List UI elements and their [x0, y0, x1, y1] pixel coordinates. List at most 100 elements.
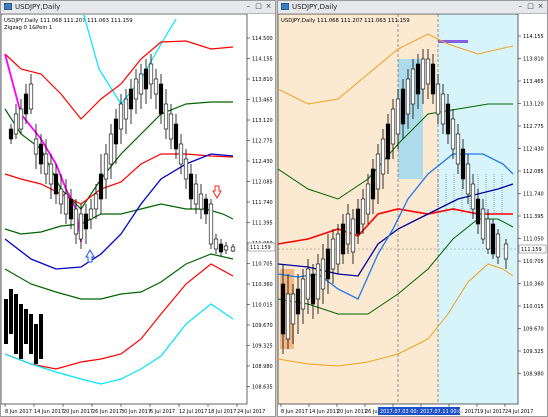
minimize-icon[interactable]: –: [244, 2, 253, 11]
bull-candle: [123, 98, 129, 120]
bull-candle: [223, 245, 229, 251]
bull-candle: [133, 78, 139, 100]
bear-candle: [68, 198, 74, 220]
y-tick-label: 111.050: [523, 237, 544, 243]
bull-candle: [198, 193, 204, 210]
bull-candle: [178, 143, 184, 165]
maximize-icon[interactable]: □: [254, 2, 263, 11]
y-tick-label: 111.740: [252, 200, 273, 206]
bull-candle: [330, 238, 336, 270]
bull-candle: [503, 243, 509, 260]
bear-candle: [310, 273, 316, 305]
bull-candle: [395, 98, 401, 135]
bull-candle: [435, 83, 441, 115]
y-tick-label: 113.120: [252, 118, 273, 124]
bear-candle: [158, 83, 164, 115]
bull-candle: [193, 183, 199, 205]
bear-candle: [4, 299, 8, 344]
bull-candle: [153, 78, 159, 95]
bear-candle: [39, 314, 43, 359]
y-tick-label: 112.085: [523, 169, 544, 175]
bull-candle: [230, 246, 236, 252]
y-tick-label: 110.705: [523, 259, 544, 265]
bull-candle: [375, 153, 381, 190]
bull-candle: [78, 213, 84, 240]
bear-candle: [280, 283, 286, 335]
bull-candle: [103, 153, 109, 180]
y-tick-label: 114.155: [523, 34, 544, 40]
bull-candle: [320, 258, 326, 290]
bull-candle: [18, 108, 24, 130]
left-chart-window[interactable]: USDJPY,Daily – □ × USDJPY,Daily 111.068 …: [0, 0, 276, 417]
bull-candle: [410, 68, 416, 105]
bear-candle: [460, 148, 466, 180]
left-price-chart[interactable]: USDJPY,Daily 111.068 111.207 111.063 111…: [1, 14, 275, 417]
highlight-date-label: 2017.07.11 00:00: [420, 409, 465, 415]
y-tick-label: 109.325: [252, 344, 273, 350]
bear-candle: [188, 173, 194, 200]
chart-window-icon: [4, 3, 12, 10]
minimize-icon[interactable]: –: [516, 2, 525, 11]
x-tick-label: 26 Jun 2017: [92, 409, 122, 415]
bull-candle: [290, 293, 296, 325]
x-tick-label: 8 Jun 2017: [281, 409, 308, 415]
bull-candle: [138, 73, 144, 95]
x-tick-label: 12 Jul 2017: [179, 409, 207, 415]
bear-candle: [295, 288, 301, 315]
chart-window-icon: [281, 3, 289, 10]
y-tick-label: 108.635: [252, 385, 273, 391]
bear-candle: [203, 198, 209, 215]
bull-candle: [380, 138, 386, 175]
bear-candle: [9, 289, 13, 334]
bull-candle: [13, 113, 19, 135]
bull-candle: [345, 213, 351, 245]
bull-candle: [390, 108, 396, 145]
close-icon[interactable]: ×: [264, 2, 273, 11]
y-tick-label: 108.980: [252, 364, 273, 370]
bull-candle: [285, 293, 291, 340]
bull-candle: [360, 198, 366, 225]
x-tick-label: 14 Jun 2017: [309, 409, 339, 415]
bull-candle: [168, 113, 174, 140]
x-tick-label: 8 Jun 2017: [5, 409, 32, 415]
bull-candle: [305, 268, 311, 300]
x-tick-label: 30 Jun 2017: [121, 409, 151, 415]
bear-candle: [128, 88, 134, 110]
y-tick-label: 114.500: [252, 36, 273, 42]
bear-candle: [445, 103, 451, 135]
bear-candle: [340, 223, 346, 255]
y-tick-label: 113.810: [252, 77, 273, 83]
bear-candle: [325, 248, 331, 280]
y-tick-label: 111.395: [252, 221, 273, 227]
bear-candle: [14, 294, 18, 354]
y-tick-label: 111.740: [523, 192, 544, 198]
bull-candle: [465, 163, 471, 195]
bull-candle: [450, 118, 456, 150]
bull-candle: [315, 263, 321, 300]
y-tick-label: 110.015: [523, 304, 544, 310]
bull-candle: [93, 193, 99, 210]
y-tick-label: 111.395: [523, 214, 544, 220]
right-price-chart[interactable]: USDJPY,Daily 111.068 111.207 111.063 111…: [278, 14, 547, 417]
bull-candle: [63, 193, 69, 215]
highlight-date-label: 2017.07.03 00:00: [380, 409, 425, 415]
right-chart-window[interactable]: USDJPY,Daily – □ × USDJPY,Daily 111.068 …: [277, 0, 548, 417]
x-tick-label: 19 Jul 2017: [477, 409, 505, 415]
maximize-icon[interactable]: □: [526, 2, 535, 11]
bull-candle: [480, 208, 486, 240]
y-tick-label: 114.155: [252, 57, 273, 63]
bear-candle: [430, 63, 436, 95]
y-tick-label: 109.670: [523, 327, 544, 333]
bull-candle: [48, 163, 54, 185]
bull-candle: [440, 93, 446, 125]
close-icon[interactable]: ×: [536, 2, 545, 11]
left-title-bar[interactable]: USDJPY,Daily – □ ×: [1, 1, 275, 14]
bear-candle: [490, 223, 496, 255]
right-title-bar[interactable]: USDJPY,Daily – □ ×: [278, 1, 547, 14]
bear-candle: [218, 243, 224, 253]
bear-candle: [19, 304, 23, 359]
x-tick-label: 18 Jul 2017: [208, 409, 236, 415]
bull-candle: [350, 218, 356, 253]
bear-candle: [385, 123, 391, 160]
bull-candle: [335, 233, 341, 265]
